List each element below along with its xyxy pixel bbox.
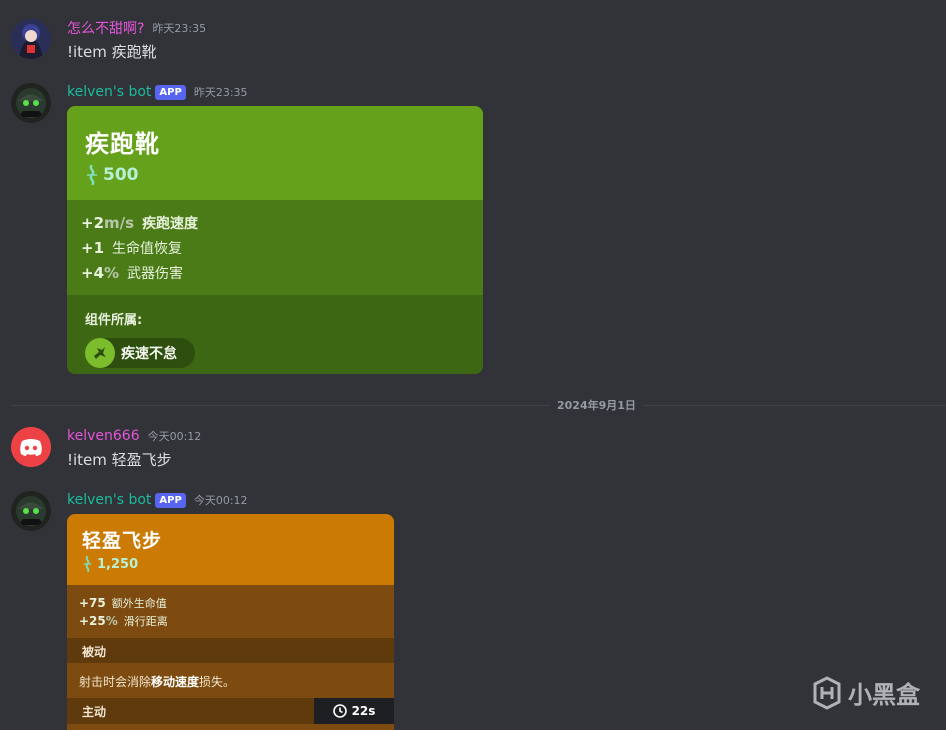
- passive-label: 被动: [67, 638, 394, 663]
- heybox-logo-icon: [812, 675, 842, 710]
- timestamp: 昨天23:35: [193, 86, 248, 99]
- souls-currency-icon: [85, 164, 99, 186]
- embed-footer: [67, 724, 394, 730]
- user-avatar[interactable]: [11, 427, 51, 467]
- timestamp: 今天00:12: [147, 430, 202, 443]
- stat-value: +4: [81, 264, 105, 282]
- bot-username[interactable]: kelven's bot: [67, 84, 151, 100]
- stat-value: +2: [81, 214, 105, 232]
- bot-username[interactable]: kelven's bot: [67, 492, 151, 508]
- username[interactable]: 怎么不甜啊?: [67, 18, 144, 38]
- message-text: !item 轻盈飞步: [67, 451, 172, 469]
- app-badge: APP: [155, 492, 186, 508]
- watermark: 小黑盒: [812, 675, 920, 710]
- clock-icon: [332, 704, 347, 718]
- component-item-pill[interactable]: 疾速不怠: [85, 338, 195, 368]
- price-value: 1,250: [97, 556, 139, 572]
- embed-stats: +2 m/s 疾跑速度 +1 生命值恢复 +4 % 武器伤害: [67, 200, 483, 295]
- embed-header: 疾跑靴 500: [67, 106, 483, 200]
- stat-unit: %: [104, 264, 120, 282]
- stat-name: 武器伤害: [127, 266, 184, 282]
- username[interactable]: kelven666: [67, 428, 140, 444]
- price-value: 500: [103, 165, 139, 185]
- item-title: 轻盈飞步: [82, 530, 163, 552]
- stat-unit: %: [105, 614, 118, 628]
- stat-row: +25 % 滑行距离: [79, 613, 394, 631]
- active-label: 主动: [82, 705, 107, 719]
- passive-description: 射击时会消除移动速度损失。: [67, 663, 394, 698]
- app-badge: APP: [155, 84, 186, 100]
- date-divider: 2024年9月1日: [550, 397, 643, 413]
- timestamp: 今天00:12: [193, 494, 248, 507]
- message-text: !item 疾跑靴: [67, 43, 157, 61]
- item-price: 1,250: [82, 555, 394, 573]
- component-label: 组件所属:: [85, 313, 143, 328]
- cooldown-value: 22s: [351, 704, 376, 718]
- souls-currency-icon: [82, 555, 93, 573]
- stat-value: +1: [81, 239, 105, 257]
- desc-post: 损失。: [199, 675, 236, 689]
- watermark-text: 小黑盒: [848, 681, 920, 709]
- active-section: 主动 22s: [67, 698, 394, 724]
- embed-header: 轻盈飞步 1,250: [67, 514, 394, 585]
- stat-name: 滑行距离: [123, 615, 168, 628]
- stat-row: +2 m/s 疾跑速度: [81, 213, 483, 238]
- sprint-item-icon: [85, 338, 115, 368]
- stat-name: 生命值恢复: [112, 241, 183, 257]
- embed-stats: +75 额外生命值 +25 % 滑行距离: [67, 585, 394, 638]
- user-avatar[interactable]: [11, 19, 51, 59]
- stat-value: +25: [79, 614, 106, 628]
- stat-row: +1 生命值恢复: [81, 238, 483, 263]
- stat-row: +4 % 武器伤害: [81, 263, 483, 288]
- cooldown-badge: 22s: [314, 698, 394, 724]
- item-embed-card: 疾跑靴 500 +2 m/s 疾跑速度 +1 生命值恢复 +4 % 武器伤害 组…: [67, 106, 483, 374]
- stat-row: +75 额外生命值: [79, 595, 394, 613]
- component-name: 疾速不怠: [121, 346, 177, 362]
- desc-pre: 射击时会消除: [79, 675, 152, 689]
- timestamp: 昨天23:35: [152, 22, 207, 35]
- desc-bold: 移动速度: [151, 675, 200, 689]
- date-divider-line: [11, 405, 946, 406]
- component-section: 组件所属: 疾速不怠: [67, 295, 483, 374]
- bot-avatar[interactable]: [11, 83, 51, 123]
- item-title: 疾跑靴: [85, 130, 160, 158]
- item-embed-card: 轻盈飞步 1,250 +75 额外生命值 +25 % 滑行距离 被动 射击时会消…: [67, 514, 394, 730]
- stat-unit: m/s: [104, 214, 135, 232]
- item-price: 500: [85, 164, 483, 186]
- stat-name: 疾跑速度: [142, 216, 199, 232]
- stat-name: 额外生命值: [111, 597, 167, 610]
- stat-value: +75: [79, 596, 106, 610]
- bot-avatar[interactable]: [11, 491, 51, 531]
